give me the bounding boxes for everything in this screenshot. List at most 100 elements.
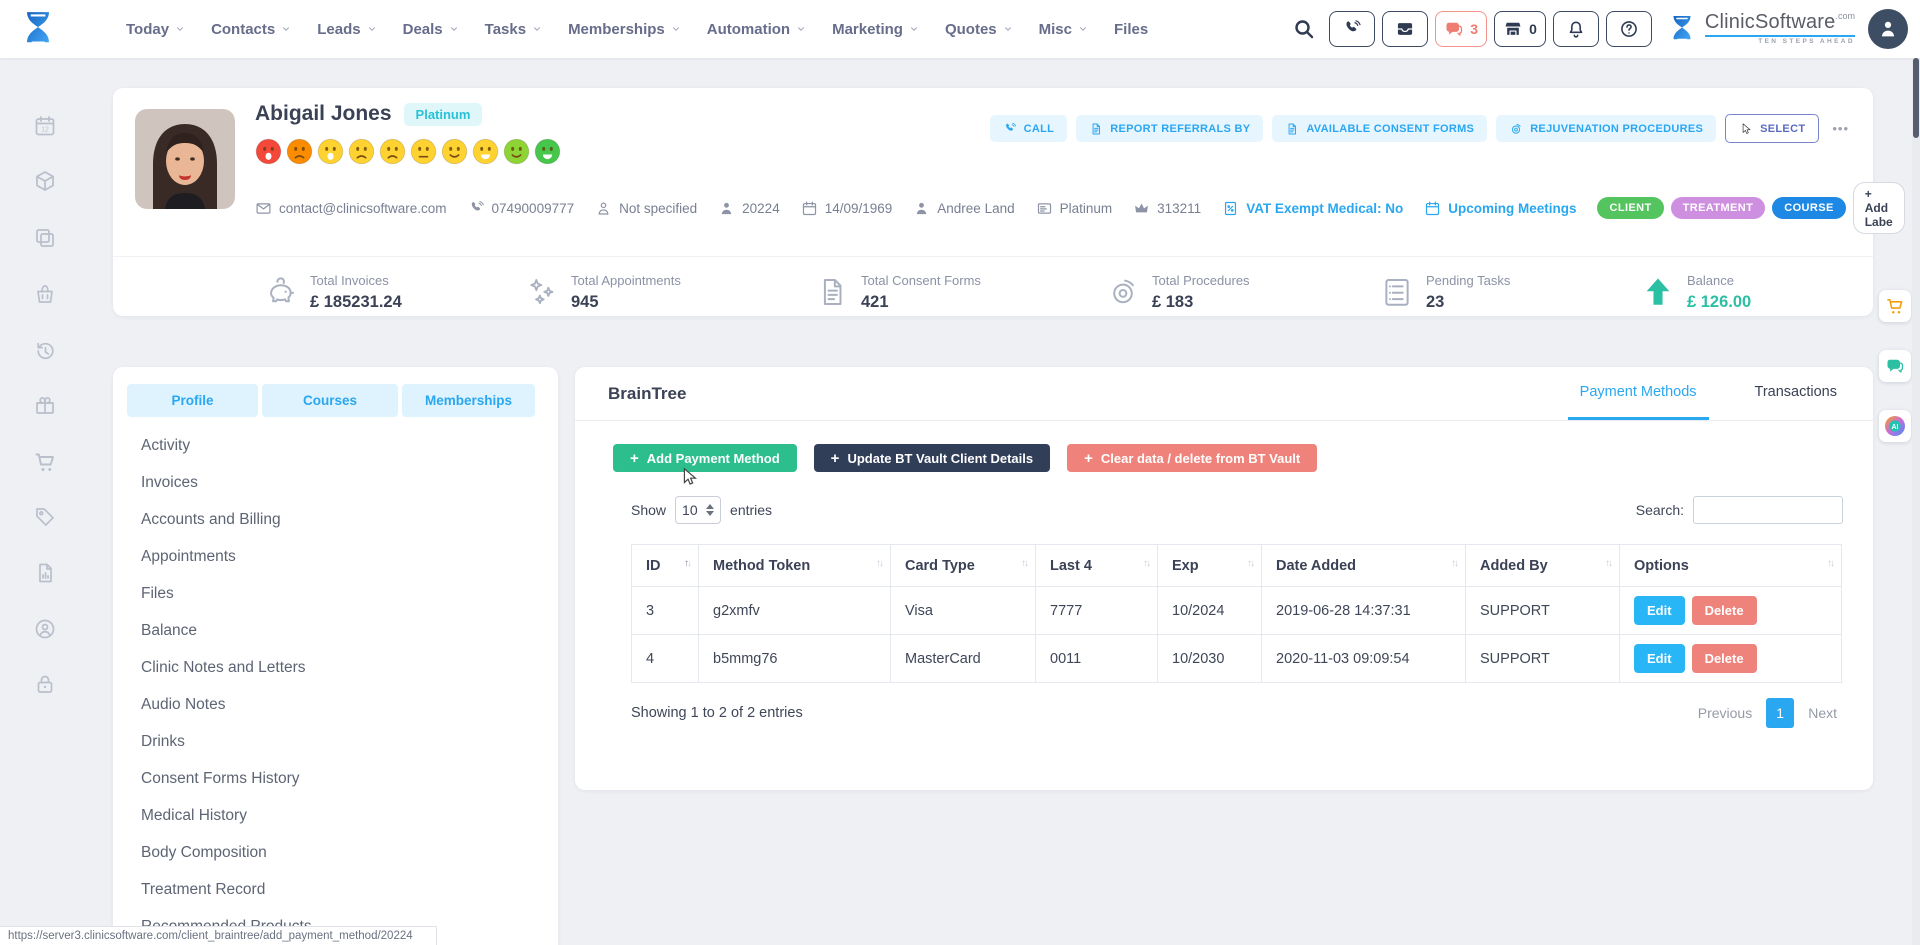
sidebar-tab-courses[interactable]: Courses — [262, 384, 398, 417]
cart-launcher[interactable] — [1879, 290, 1911, 322]
user-avatar[interactable] — [1868, 9, 1908, 49]
sidebar-item-files[interactable]: Files — [113, 575, 558, 612]
nav-item-automation[interactable]: Automation — [707, 21, 806, 38]
nav-item-deals[interactable]: Deals — [403, 21, 459, 38]
nav-item-leads[interactable]: Leads — [317, 21, 376, 38]
edit-button[interactable]: Edit — [1634, 644, 1685, 673]
report-referrals-by-button[interactable]: REPORT REFERRALS BY — [1076, 115, 1263, 142]
stat-total-appointments: Total Appointments945 — [525, 273, 681, 312]
satisfaction-face-10-icon[interactable] — [534, 138, 561, 165]
nav-item-misc[interactable]: Misc — [1039, 21, 1088, 38]
select-button[interactable]: SELECT — [1725, 114, 1819, 143]
satisfaction-face-6-icon[interactable] — [410, 138, 437, 165]
page-size-select[interactable]: 10 — [675, 496, 721, 524]
clear-data-delete-from-bt-vault-button[interactable]: +Clear data / delete from BT Vault — [1067, 444, 1317, 472]
sidebar-tab-memberships[interactable]: Memberships — [402, 384, 535, 417]
sidebar-item-body-composition[interactable]: Body Composition — [113, 834, 558, 871]
satisfaction-face-7-icon[interactable] — [441, 138, 468, 165]
contact-item-vat-exempt-medical-no[interactable]: VAT Exempt Medical: No — [1222, 200, 1403, 217]
report-icon[interactable] — [33, 561, 57, 585]
nav-item-tasks[interactable]: Tasks — [485, 21, 542, 38]
ai-launcher[interactable]: AI — [1879, 410, 1911, 442]
sidebar-item-consent-forms-history[interactable]: Consent Forms History — [113, 760, 558, 797]
basket-icon[interactable] — [33, 282, 57, 306]
table-cell: 7777 — [1036, 587, 1158, 635]
column-header-added-by[interactable]: Added By↑↓ — [1466, 545, 1620, 587]
satisfaction-face-5-icon[interactable] — [379, 138, 406, 165]
column-header-last-4[interactable]: Last 4↑↓ — [1036, 545, 1158, 587]
available-consent-forms-button[interactable]: AVAILABLE CONSENT FORMS — [1272, 115, 1487, 142]
table-search-input[interactable] — [1693, 496, 1843, 524]
nav-item-memberships[interactable]: Memberships — [568, 21, 681, 38]
previous-page-button[interactable]: Previous — [1692, 699, 1758, 727]
panel-tab-transactions[interactable]: Transactions — [1743, 367, 1849, 420]
more-options-button[interactable]: ••• — [1828, 121, 1853, 136]
crown-icon — [1133, 200, 1150, 217]
next-page-button[interactable]: Next — [1802, 699, 1843, 727]
delete-button[interactable]: Delete — [1692, 644, 1757, 673]
chat-button[interactable]: 3 — [1435, 11, 1487, 47]
sidebar-item-drinks[interactable]: Drinks — [113, 723, 558, 760]
sidebar-item-invoices[interactable]: Invoices — [113, 464, 558, 501]
notifications-button[interactable] — [1553, 11, 1599, 47]
account-icon[interactable] — [33, 617, 57, 641]
contact-item-upcoming-meetings[interactable]: Upcoming Meetings — [1424, 200, 1576, 217]
clinic-logo-icon[interactable] — [16, 7, 60, 51]
scrollbar-track[interactable] — [1912, 0, 1920, 945]
brand-logo[interactable]: ClinicSoftware.com TEN STEPS AHEAD — [1665, 10, 1855, 48]
sidebar-item-audio-notes[interactable]: Audio Notes — [113, 686, 558, 723]
sidebar-item-clinic-notes-and-letters[interactable]: Clinic Notes and Letters — [113, 649, 558, 686]
tag-icon[interactable] — [33, 505, 57, 529]
package-icon[interactable] — [33, 169, 57, 193]
nav-item-files[interactable]: Files — [1114, 21, 1148, 38]
column-header-exp[interactable]: Exp↑↓ — [1158, 545, 1262, 587]
nav-item-marketing[interactable]: Marketing — [832, 21, 919, 38]
sidebar-item-accounts-and-billing[interactable]: Accounts and Billing — [113, 501, 558, 538]
page-number-button[interactable]: 1 — [1766, 698, 1794, 728]
client-photo — [135, 109, 235, 209]
satisfaction-face-8-icon[interactable] — [472, 138, 499, 165]
gift-icon[interactable] — [33, 393, 57, 417]
cart-icon[interactable] — [33, 450, 57, 474]
satisfaction-face-3-icon[interactable] — [317, 138, 344, 165]
panel-tab-payment-methods[interactable]: Payment Methods — [1568, 367, 1709, 420]
delete-button[interactable]: Delete — [1692, 596, 1757, 625]
sidebar-item-balance[interactable]: Balance — [113, 612, 558, 649]
sidebar-item-activity[interactable]: Activity — [113, 427, 558, 464]
column-header-id[interactable]: ID↑↓ — [632, 545, 699, 587]
help-button[interactable] — [1606, 11, 1652, 47]
add-payment-method-button[interactable]: +Add Payment Method — [613, 444, 797, 472]
sidebar-item-treatment-record[interactable]: Treatment Record — [113, 871, 558, 908]
doc-icon — [1285, 122, 1299, 136]
update-bt-vault-client-details-button[interactable]: +Update BT Vault Client Details — [814, 444, 1050, 472]
column-header-card-type[interactable]: Card Type↑↓ — [891, 545, 1036, 587]
edit-button[interactable]: Edit — [1634, 596, 1685, 625]
add-label-button[interactable]: + Add Labe — [1853, 182, 1905, 234]
sidebar-tab-profile[interactable]: Profile — [127, 384, 258, 417]
column-header-method-token[interactable]: Method Token↑↓ — [699, 545, 891, 587]
satisfaction-face-4-icon[interactable] — [348, 138, 375, 165]
column-header-date-added[interactable]: Date Added↑↓ — [1262, 545, 1466, 587]
satisfaction-face-9-icon[interactable] — [503, 138, 530, 165]
sidebar-item-appointments[interactable]: Appointments — [113, 538, 558, 575]
lock-icon[interactable] — [33, 672, 57, 696]
nav-item-today[interactable]: Today — [126, 21, 185, 38]
nav-item-quotes[interactable]: Quotes — [945, 21, 1013, 38]
nav-item-contacts[interactable]: Contacts — [211, 21, 291, 38]
calendar-icon[interactable] — [33, 114, 57, 138]
inbox-button[interactable] — [1382, 11, 1428, 47]
satisfaction-face-2-icon[interactable] — [286, 138, 313, 165]
rejuvenation-procedures-button[interactable]: REJUVENATION PROCEDURES — [1496, 115, 1716, 142]
phone-button[interactable] — [1329, 11, 1375, 47]
scrollbar-thumb[interactable] — [1913, 58, 1919, 138]
search-icon[interactable] — [1292, 17, 1316, 41]
history-icon[interactable] — [33, 339, 57, 363]
table-cell: 2019-06-28 14:37:31 — [1262, 587, 1466, 635]
satisfaction-face-1-icon[interactable] — [255, 138, 282, 165]
column-header-options[interactable]: Options↑↓ — [1620, 545, 1842, 587]
chat-launcher[interactable] — [1879, 350, 1911, 382]
copy-icon[interactable] — [33, 226, 57, 250]
sidebar-item-medical-history[interactable]: Medical History — [113, 797, 558, 834]
call-button[interactable]: CALL — [990, 115, 1068, 142]
store-button[interactable]: 0 — [1494, 11, 1546, 47]
